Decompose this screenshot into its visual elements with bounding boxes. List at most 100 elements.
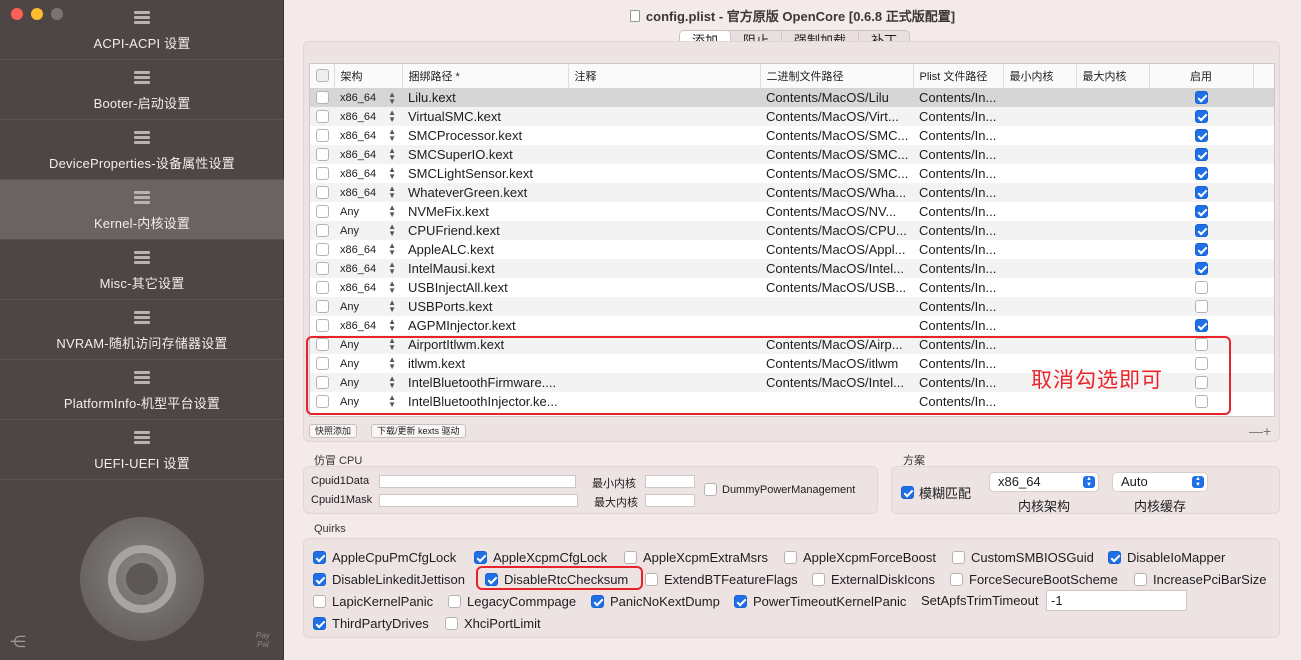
enable-cell[interactable] bbox=[1149, 297, 1253, 316]
min-kernel-cell[interactable] bbox=[1003, 145, 1076, 164]
quirk-forcesecurebootscheme[interactable]: ForceSecureBootScheme bbox=[950, 572, 1118, 587]
select-all-checkbox[interactable] bbox=[316, 68, 329, 82]
sidebar-item-3[interactable]: DeviceProperties-设备属性设置 bbox=[0, 120, 284, 180]
row-select-checkbox[interactable] bbox=[316, 243, 329, 256]
row-select-checkbox[interactable] bbox=[316, 91, 329, 105]
row-select-cell[interactable] bbox=[310, 183, 334, 202]
enable-cell[interactable] bbox=[1149, 107, 1253, 126]
arch-cell[interactable]: x86_64 ▲ ▼ bbox=[334, 240, 402, 259]
row-select-cell[interactable] bbox=[310, 107, 334, 126]
min-kernel-cell[interactable] bbox=[1003, 278, 1076, 297]
enable-cell[interactable] bbox=[1149, 88, 1253, 107]
quirk-xhciportlimit[interactable]: XhciPortLimit bbox=[445, 616, 541, 631]
exec-path-cell[interactable]: Contents/MacOS/SMC... bbox=[760, 126, 913, 145]
min-kernel-cell[interactable] bbox=[1003, 126, 1076, 145]
comment-cell[interactable] bbox=[568, 259, 760, 278]
row-select-checkbox[interactable] bbox=[316, 129, 329, 142]
enable-cell[interactable] bbox=[1149, 145, 1253, 164]
arch-cell[interactable]: x86_64 ▲ ▼ bbox=[334, 107, 402, 126]
comment-cell[interactable] bbox=[568, 202, 760, 221]
plist-path-cell[interactable]: Contents/In... bbox=[913, 183, 1003, 202]
quirk-checkbox[interactable] bbox=[734, 595, 747, 608]
enable-checkbox[interactable] bbox=[1194, 129, 1208, 142]
quirk-checkbox[interactable] bbox=[591, 595, 604, 608]
max-kernel-cell[interactable] bbox=[1076, 183, 1149, 202]
chevron-updown-icon[interactable]: ▲ ▼ bbox=[388, 261, 396, 276]
snapshot-add-button[interactable]: 快照添加 bbox=[309, 424, 358, 438]
table-row[interactable]: Any ▲ ▼ CPUFriend.kext Contents/MacOS/CPU...… bbox=[310, 221, 1274, 240]
comment-cell[interactable] bbox=[568, 126, 760, 145]
sidebar-item-8[interactable]: UEFI-UEFI 设置 bbox=[0, 420, 284, 480]
plist-path-cell[interactable]: Contents/In... bbox=[913, 240, 1003, 259]
row-select-checkbox[interactable] bbox=[316, 205, 329, 218]
enable-cell[interactable] bbox=[1149, 183, 1253, 202]
min-kernel-cell[interactable] bbox=[1003, 259, 1076, 278]
min-kernel-cell[interactable] bbox=[1003, 164, 1076, 183]
quirk-checkbox[interactable] bbox=[1108, 551, 1121, 564]
quirk-thirdpartydrives[interactable]: ThirdPartyDrives bbox=[313, 616, 429, 631]
enable-cell[interactable] bbox=[1149, 202, 1253, 221]
cpuid1data-input[interactable] bbox=[379, 475, 576, 488]
quirk-checkbox[interactable] bbox=[313, 595, 326, 608]
bundle-path-cell[interactable]: SMCProcessor.kext bbox=[402, 126, 568, 145]
select-all-header[interactable] bbox=[310, 64, 335, 89]
column-header-min-kernel[interactable]: 最小内核 bbox=[1003, 64, 1077, 89]
chevron-updown-icon[interactable]: ▲ ▼ bbox=[388, 318, 396, 333]
comment-cell[interactable] bbox=[568, 240, 760, 259]
quirk-checkbox[interactable] bbox=[313, 551, 326, 564]
min-kernel-cell[interactable] bbox=[1003, 183, 1076, 202]
min-kernel-cell[interactable] bbox=[1003, 221, 1076, 240]
comment-cell[interactable] bbox=[568, 88, 760, 107]
min-kernel-cell[interactable] bbox=[1003, 107, 1076, 126]
quirk-disablelinkeditjettison[interactable]: DisableLinkeditJettison bbox=[313, 572, 465, 587]
quirk-checkbox[interactable] bbox=[950, 573, 963, 586]
bundle-path-cell[interactable]: SMCLightSensor.kext bbox=[402, 164, 568, 183]
row-select-checkbox[interactable] bbox=[316, 281, 329, 294]
enable-checkbox[interactable] bbox=[1194, 186, 1208, 199]
plist-path-cell[interactable]: Contents/In... bbox=[913, 259, 1003, 278]
enable-checkbox[interactable] bbox=[1194, 224, 1208, 237]
quirk-extendbtfeatureflags[interactable]: ExtendBTFeatureFlags bbox=[645, 572, 798, 587]
sidebar-item-6[interactable]: NVRAM-随机访问存储器设置 bbox=[0, 300, 284, 360]
row-select-cell[interactable] bbox=[310, 221, 334, 240]
sidebar-item-1[interactable]: ACPI-ACPI 设置 bbox=[0, 0, 284, 60]
enable-checkbox[interactable] bbox=[1194, 148, 1208, 161]
table-row[interactable]: Any ▲ ▼ NVMeFix.kext Contents/MacOS/NV... Con… bbox=[310, 202, 1274, 221]
plist-path-cell[interactable]: Contents/In... bbox=[913, 88, 1003, 107]
fuzzy-match-checkbox[interactable] bbox=[901, 486, 914, 499]
table-row[interactable]: Any ▲ ▼ USBPorts.kext Contents/In... bbox=[310, 297, 1274, 316]
comment-cell[interactable] bbox=[568, 164, 760, 183]
bundle-path-cell[interactable]: SMCSuperIO.kext bbox=[402, 145, 568, 164]
row-select-cell[interactable] bbox=[310, 202, 334, 221]
plist-path-cell[interactable]: Contents/In... bbox=[913, 297, 1003, 316]
bundle-path-cell[interactable]: USBInjectAll.kext bbox=[402, 278, 568, 297]
chevron-updown-icon[interactable]: ▲ ▼ bbox=[388, 109, 396, 124]
table-row[interactable]: x86_64 ▲ ▼ Lilu.kext Contents/MacOS/Lilu Cont… bbox=[310, 88, 1274, 107]
exec-path-cell[interactable]: Contents/MacOS/CPU... bbox=[760, 221, 913, 240]
kernel-arch-select[interactable]: x86_64 ▲ ▼ bbox=[989, 472, 1099, 492]
cpuid-max-kernel-input[interactable] bbox=[645, 494, 695, 507]
bundle-path-cell[interactable]: USBPorts.kext bbox=[402, 297, 568, 316]
chevron-updown-icon[interactable]: ▲ ▼ bbox=[388, 280, 396, 295]
column-header-max-kernel[interactable]: 最大内核 bbox=[1076, 64, 1150, 89]
plist-path-cell[interactable]: Contents/In... bbox=[913, 202, 1003, 221]
column-header-plist[interactable]: Plist 文件路径 bbox=[913, 64, 1004, 89]
bundle-path-cell[interactable]: IntelMausi.kext bbox=[402, 259, 568, 278]
enable-cell[interactable] bbox=[1149, 259, 1253, 278]
quirk-checkbox[interactable] bbox=[624, 551, 637, 564]
chevron-updown-icon[interactable]: ▲ ▼ bbox=[388, 185, 396, 200]
paypal-logo[interactable]: Pay Pal bbox=[256, 631, 270, 649]
row-select-cell[interactable] bbox=[310, 145, 334, 164]
arch-cell[interactable]: Any ▲ ▼ bbox=[334, 297, 402, 316]
quirk-checkbox[interactable] bbox=[445, 617, 458, 630]
exec-path-cell[interactable]: Contents/MacOS/SMC... bbox=[760, 164, 913, 183]
table-row[interactable]: x86_64 ▲ ▼ SMCProcessor.kext Contents/MacOS/… bbox=[310, 126, 1274, 145]
max-kernel-cell[interactable] bbox=[1076, 126, 1149, 145]
quirk-applexcpmextramsrs[interactable]: AppleXcpmExtraMsrs bbox=[624, 550, 768, 565]
plist-path-cell[interactable]: Contents/In... bbox=[913, 107, 1003, 126]
column-header-exec[interactable]: 二进制文件路径 bbox=[760, 64, 914, 89]
row-select-checkbox[interactable] bbox=[316, 319, 329, 332]
table-row[interactable]: x86_64 ▲ ▼ SMCLightSensor.kext Contents/MacO… bbox=[310, 164, 1274, 183]
sidebar-item-2[interactable]: Booter-启动设置 bbox=[0, 60, 284, 120]
enable-checkbox[interactable] bbox=[1194, 262, 1208, 275]
